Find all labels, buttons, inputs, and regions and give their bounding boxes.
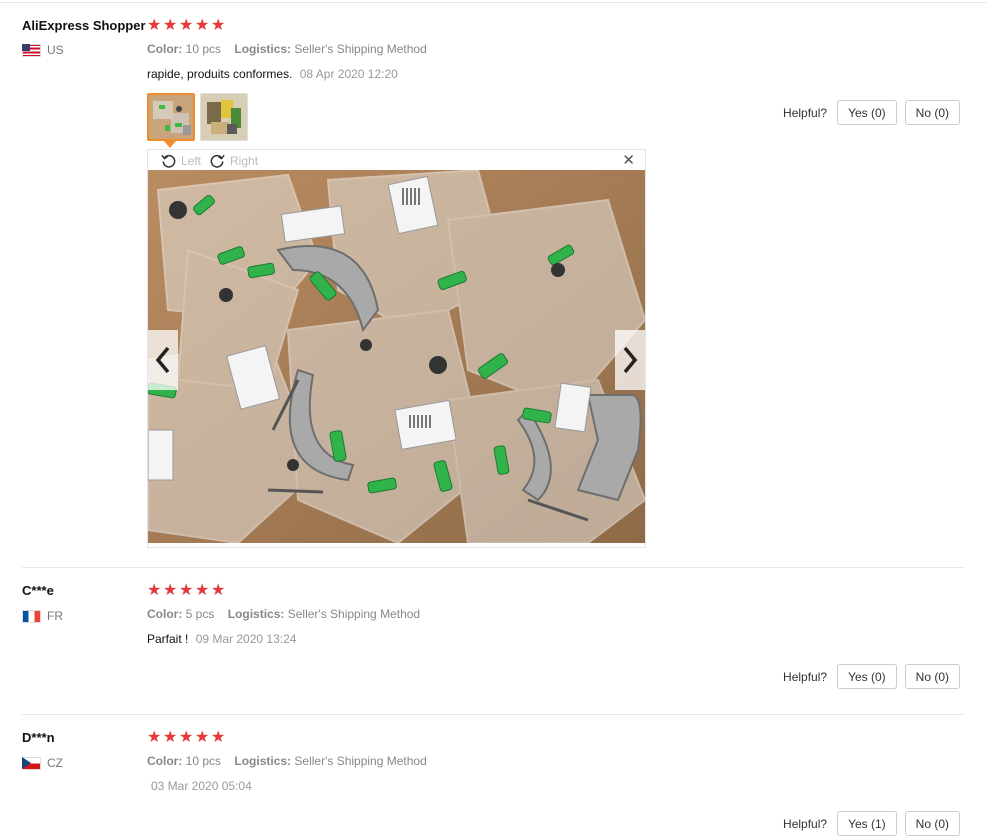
logistics-label: Logistics: bbox=[227, 607, 285, 621]
us-flag-icon bbox=[22, 43, 41, 57]
star-rating: ★ ★ ★ ★ ★ bbox=[147, 729, 226, 746]
star-icon: ★ bbox=[195, 729, 210, 746]
star-rating: ★ ★ ★ ★ ★ bbox=[147, 17, 226, 34]
review-photo bbox=[148, 170, 645, 543]
review-item: D***n CZ ★ ★ ★ ★ ★ Color: 10 pcs Logisti… bbox=[0, 715, 987, 836]
next-photo-button[interactable] bbox=[615, 330, 645, 390]
active-thumbnail-indicator bbox=[164, 141, 176, 148]
rotate-left-button[interactable]: Left bbox=[160, 152, 201, 169]
reviewer-name: D***n bbox=[22, 730, 55, 745]
helpful-yes-button[interactable]: Yes (0) bbox=[837, 664, 897, 689]
reviewer-country: US bbox=[22, 43, 64, 57]
star-icon: ★ bbox=[211, 17, 226, 34]
star-icon: ★ bbox=[211, 729, 226, 746]
logistics-value: Seller's Shipping Method bbox=[294, 754, 427, 768]
review-item: C***e FR ★ ★ ★ ★ ★ Color: 5 pcs Logistic… bbox=[0, 568, 987, 714]
rotate-right-label: Right bbox=[230, 153, 259, 168]
star-icon: ★ bbox=[179, 582, 194, 599]
review-item: AliExpress Shopper US ★ ★ ★ ★ ★ Color: 1… bbox=[0, 0, 987, 567]
helpful-yes-button[interactable]: Yes (1) bbox=[837, 811, 897, 836]
helpful-label: Helpful? bbox=[783, 669, 828, 684]
logistics-value: Seller's Shipping Method bbox=[294, 42, 427, 56]
helpful-yes-button[interactable]: Yes (0) bbox=[837, 100, 897, 125]
chevron-left-icon bbox=[155, 346, 170, 374]
color-label: Color: bbox=[147, 42, 183, 56]
photo-viewer: Left Right ✕ bbox=[147, 149, 646, 548]
feedback-text: Parfait ! bbox=[147, 632, 189, 646]
review-text: 03 Mar 2020 05:04 bbox=[147, 779, 252, 793]
rotate-left-label: Left bbox=[181, 153, 202, 168]
rotate-controls: Left Right bbox=[160, 152, 258, 169]
rotate-right-icon bbox=[210, 154, 225, 168]
color-value: 10 pcs bbox=[185, 42, 222, 56]
previous-photo-button[interactable] bbox=[148, 330, 178, 390]
country-code: CZ bbox=[47, 756, 63, 770]
reviewer-name: C***e bbox=[22, 583, 54, 598]
country-code: US bbox=[47, 43, 64, 57]
review-date: 08 Apr 2020 12:20 bbox=[299, 67, 398, 81]
helpful-no-button[interactable]: No (0) bbox=[904, 100, 960, 125]
review-date: 03 Mar 2020 05:04 bbox=[151, 779, 252, 793]
star-icon: ★ bbox=[147, 582, 162, 599]
logistics-value: Seller's Shipping Method bbox=[287, 607, 421, 621]
fr-flag-icon bbox=[22, 609, 41, 623]
helpful-no-button[interactable]: No (0) bbox=[904, 664, 960, 689]
color-label: Color: bbox=[147, 754, 183, 768]
order-info: Color: 10 pcs Logistics: Seller's Shippi… bbox=[147, 754, 427, 768]
helpful-label: Helpful? bbox=[783, 816, 828, 831]
order-info: Color: 5 pcs Logistics: Seller's Shippin… bbox=[147, 607, 420, 621]
star-icon: ★ bbox=[163, 582, 178, 599]
helpful-vote: Helpful? Yes (0) No (0) bbox=[783, 100, 960, 125]
feedback-text: rapide, produits conformes. bbox=[147, 67, 293, 81]
photo-thumbnail[interactable] bbox=[147, 93, 195, 141]
star-icon: ★ bbox=[195, 17, 210, 34]
color-value: 5 pcs bbox=[185, 607, 215, 621]
logistics-label: Logistics: bbox=[234, 42, 292, 56]
review-text: rapide, produits conformes. 08 Apr 2020 … bbox=[147, 67, 398, 81]
photo-thumbnail[interactable] bbox=[200, 93, 248, 141]
color-label: Color: bbox=[147, 607, 183, 621]
star-rating: ★ ★ ★ ★ ★ bbox=[147, 582, 226, 599]
helpful-vote: Helpful? Yes (0) No (0) bbox=[783, 664, 960, 689]
star-icon: ★ bbox=[147, 17, 162, 34]
review-text: Parfait ! 09 Mar 2020 13:24 bbox=[147, 632, 296, 646]
star-icon: ★ bbox=[179, 729, 194, 746]
chevron-right-icon bbox=[623, 346, 638, 374]
reviewer-country: FR bbox=[22, 609, 63, 623]
star-icon: ★ bbox=[163, 17, 178, 34]
star-icon: ★ bbox=[147, 729, 162, 746]
star-icon: ★ bbox=[195, 582, 210, 599]
rotate-right-button[interactable]: Right bbox=[209, 152, 258, 169]
rotate-left-icon bbox=[161, 154, 176, 168]
logistics-label: Logistics: bbox=[234, 754, 292, 768]
country-code: FR bbox=[47, 609, 63, 623]
review-date: 09 Mar 2020 13:24 bbox=[195, 632, 297, 646]
cz-flag-icon bbox=[22, 756, 41, 770]
helpful-no-button[interactable]: No (0) bbox=[904, 811, 960, 836]
order-info: Color: 10 pcs Logistics: Seller's Shippi… bbox=[147, 42, 427, 56]
star-icon: ★ bbox=[163, 729, 178, 746]
color-value: 10 pcs bbox=[185, 754, 222, 768]
star-icon: ★ bbox=[179, 17, 194, 34]
reviewer-country: CZ bbox=[22, 756, 63, 770]
reviewer-name: AliExpress Shopper bbox=[22, 18, 146, 33]
helpful-vote: Helpful? Yes (1) No (0) bbox=[783, 811, 960, 836]
close-icon[interactable]: ✕ bbox=[622, 151, 635, 169]
photo-thumbnails bbox=[147, 93, 248, 141]
star-icon: ★ bbox=[211, 582, 226, 599]
helpful-label: Helpful? bbox=[783, 105, 828, 120]
